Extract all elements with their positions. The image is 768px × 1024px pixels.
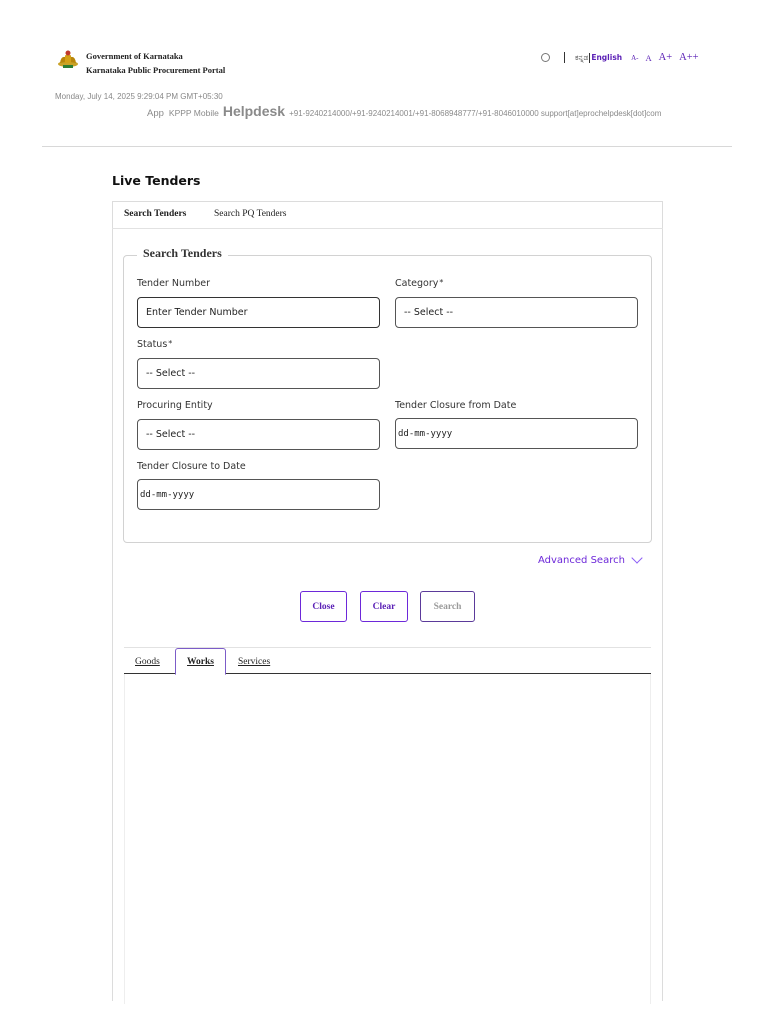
search-tenders-legend: Search Tenders <box>137 246 228 261</box>
closure-to-date-label: Tender Closure to Date <box>137 461 246 472</box>
page-title: Live Tenders <box>112 173 201 188</box>
category-select[interactable]: -- Select -- <box>395 297 638 328</box>
font-increase-button[interactable]: A+ <box>659 52 673 63</box>
category-selected-value: -- Select -- <box>404 307 454 318</box>
helpdesk-row: App KPPP Mobile Helpdesk +91-9240214000/… <box>147 103 661 119</box>
tab-search-tenders[interactable]: Search Tenders <box>124 209 186 219</box>
status-selected-value: -- Select -- <box>146 368 196 379</box>
current-datetime: Monday, July 14, 2025 9:29:04 PM GMT+05:… <box>55 92 223 101</box>
tab-works[interactable]: Works <box>175 648 226 675</box>
gov-line-2: Karnataka Public Procurement Portal <box>86 65 226 75</box>
closure-from-date-input[interactable]: dd-mm-yyyy <box>395 418 638 449</box>
closure-to-date-label-text: Tender Closure to Date <box>137 461 246 472</box>
close-button[interactable]: Close <box>300 591 347 622</box>
language-kannada-link[interactable]: ಕನ್ನಡ <box>575 53 588 63</box>
divider <box>589 52 591 63</box>
search-button[interactable]: Search <box>420 591 475 622</box>
header-divider <box>42 146 732 147</box>
closure-from-date-label: Tender Closure from Date <box>395 400 516 411</box>
advanced-search-label: Advanced Search <box>538 555 625 566</box>
required-mark: * <box>439 278 444 287</box>
closure-from-date-label-text: Tender Closure from Date <box>395 400 517 411</box>
helpdesk-label: Helpdesk <box>222 103 286 119</box>
tender-number-label: Tender Number <box>137 278 210 289</box>
status-select[interactable]: -- Select -- <box>137 358 380 389</box>
procuring-entity-label-text: Procuring Entity <box>137 400 213 411</box>
tender-number-label-text: Tender Number <box>137 278 211 289</box>
gov-line-1: Government of Karnataka <box>86 51 183 61</box>
procuring-entity-select[interactable]: -- Select -- <box>137 419 380 450</box>
closure-to-date-input[interactable]: dd-mm-yyyy <box>137 479 380 510</box>
header-utilities: ಕನ್ನಡ English A- A A+ A++ <box>541 52 699 63</box>
kppp-mobile-link[interactable]: KPPP Mobile <box>169 108 219 118</box>
font-normal-button[interactable]: A <box>646 53 652 63</box>
tab-goods[interactable]: Goods <box>135 648 160 675</box>
category-label: Category* <box>395 278 443 289</box>
app-link[interactable]: App <box>147 108 164 119</box>
font-decrease-button[interactable]: A- <box>631 54 638 62</box>
tender-number-input[interactable]: Enter Tender Number <box>137 297 380 328</box>
category-label-text: Category <box>395 278 439 289</box>
status-label: Status* <box>137 339 172 350</box>
language-english-link[interactable]: English <box>591 53 622 62</box>
tab-search-pq-tenders[interactable]: Search PQ Tenders <box>214 209 287 219</box>
closure-from-date-value: dd-mm-yyyy <box>398 428 453 439</box>
font-xlarge-button[interactable]: A++ <box>679 52 698 63</box>
helpdesk-contacts: +91-9240214000/+91-9240214001/+91-806894… <box>289 109 662 118</box>
tender-number-placeholder: Enter Tender Number <box>146 307 248 318</box>
karnataka-emblem-icon <box>58 50 78 68</box>
contrast-toggle-icon[interactable] <box>541 53 550 62</box>
divider <box>564 52 565 63</box>
results-area <box>124 674 651 1004</box>
portal-title: Government of Karnataka Karnataka Public… <box>86 49 225 77</box>
advanced-search-toggle[interactable]: Advanced Search <box>538 551 643 566</box>
required-mark: * <box>168 339 173 348</box>
result-category-tabs: Goods Works Services <box>124 647 651 675</box>
tab-services[interactable]: Services <box>238 648 270 675</box>
procuring-entity-label: Procuring Entity <box>137 400 213 411</box>
status-label-text: Status <box>137 339 168 350</box>
procuring-entity-selected-value: -- Select -- <box>146 429 196 440</box>
clear-button[interactable]: Clear <box>360 591 408 622</box>
search-type-tabs: Search Tenders Search PQ Tenders <box>112 201 663 229</box>
closure-to-date-value: dd-mm-yyyy <box>140 489 195 500</box>
